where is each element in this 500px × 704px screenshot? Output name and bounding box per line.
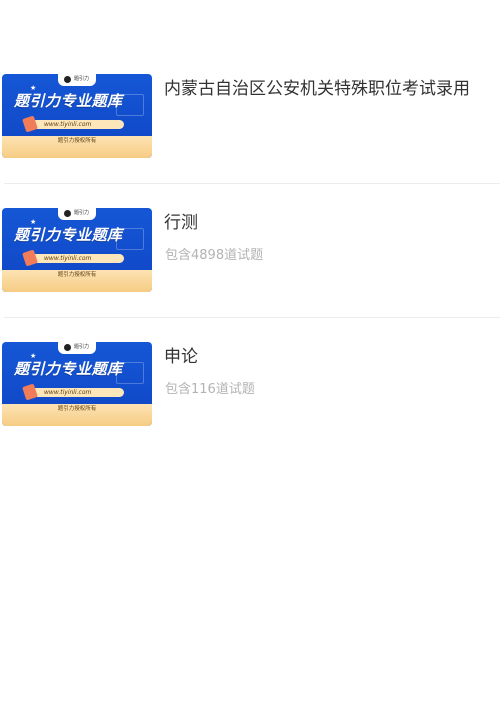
brand-name: 题引力 <box>74 76 90 82</box>
thumbnail-url: www.tiyinli.com <box>44 389 92 396</box>
brand-badge: 题引力 <box>58 342 96 354</box>
brand-logo-icon <box>64 210 71 217</box>
course-item[interactable]: 题引力 ★ 题引力专业题库 www.tiyinli.com 题引力授权所有 行测… <box>0 134 500 318</box>
thumbnail-footer: 题引力授权所有 <box>57 406 97 412</box>
url-badge: www.tiyinli.com <box>22 249 124 267</box>
thumbnail-url: www.tiyinli.com <box>44 121 92 128</box>
brand-logo-icon <box>64 76 71 83</box>
pencil-icon <box>22 249 38 267</box>
pencil-icon <box>22 115 38 133</box>
course-item[interactable]: 题引力 ★ 题引力专业题库 www.tiyinli.com 题引力授权所有 申论… <box>0 268 500 426</box>
star-icon: ★ <box>30 352 37 360</box>
brand-badge: 题引力 <box>58 74 96 86</box>
course-item[interactable]: 题引力 ★ 题引力专业题库 www.tiyinli.com 题引力授权所有 内蒙… <box>0 0 500 184</box>
brand-badge: 题引力 <box>58 208 96 220</box>
star-icon: ★ <box>30 218 37 226</box>
thumbnail-title: 题引力专业题库 <box>14 92 123 110</box>
question-count: 包含116道试题 <box>165 382 255 397</box>
thumbnail-url: www.tiyinli.com <box>44 255 92 262</box>
course-title: 行测 <box>164 213 198 233</box>
brand-name: 题引力 <box>74 210 90 216</box>
star-icon: ★ <box>30 84 37 92</box>
brand-logo-icon <box>64 344 71 351</box>
question-count: 包含4898道试题 <box>165 248 264 263</box>
pencil-icon <box>22 383 38 401</box>
brand-name: 题引力 <box>74 344 90 350</box>
url-badge: www.tiyinli.com <box>22 383 124 401</box>
thumbnail-title: 题引力专业题库 <box>14 360 123 378</box>
thumbnail-title: 题引力专业题库 <box>14 226 123 244</box>
course-title: 内蒙古自治区公安机关特殊职位考试录用 <box>164 79 470 99</box>
course-title: 申论 <box>164 347 198 367</box>
course-thumbnail: 题引力 ★ 题引力专业题库 www.tiyinli.com 题引力授权所有 <box>2 342 152 426</box>
url-badge: www.tiyinli.com <box>22 115 124 133</box>
